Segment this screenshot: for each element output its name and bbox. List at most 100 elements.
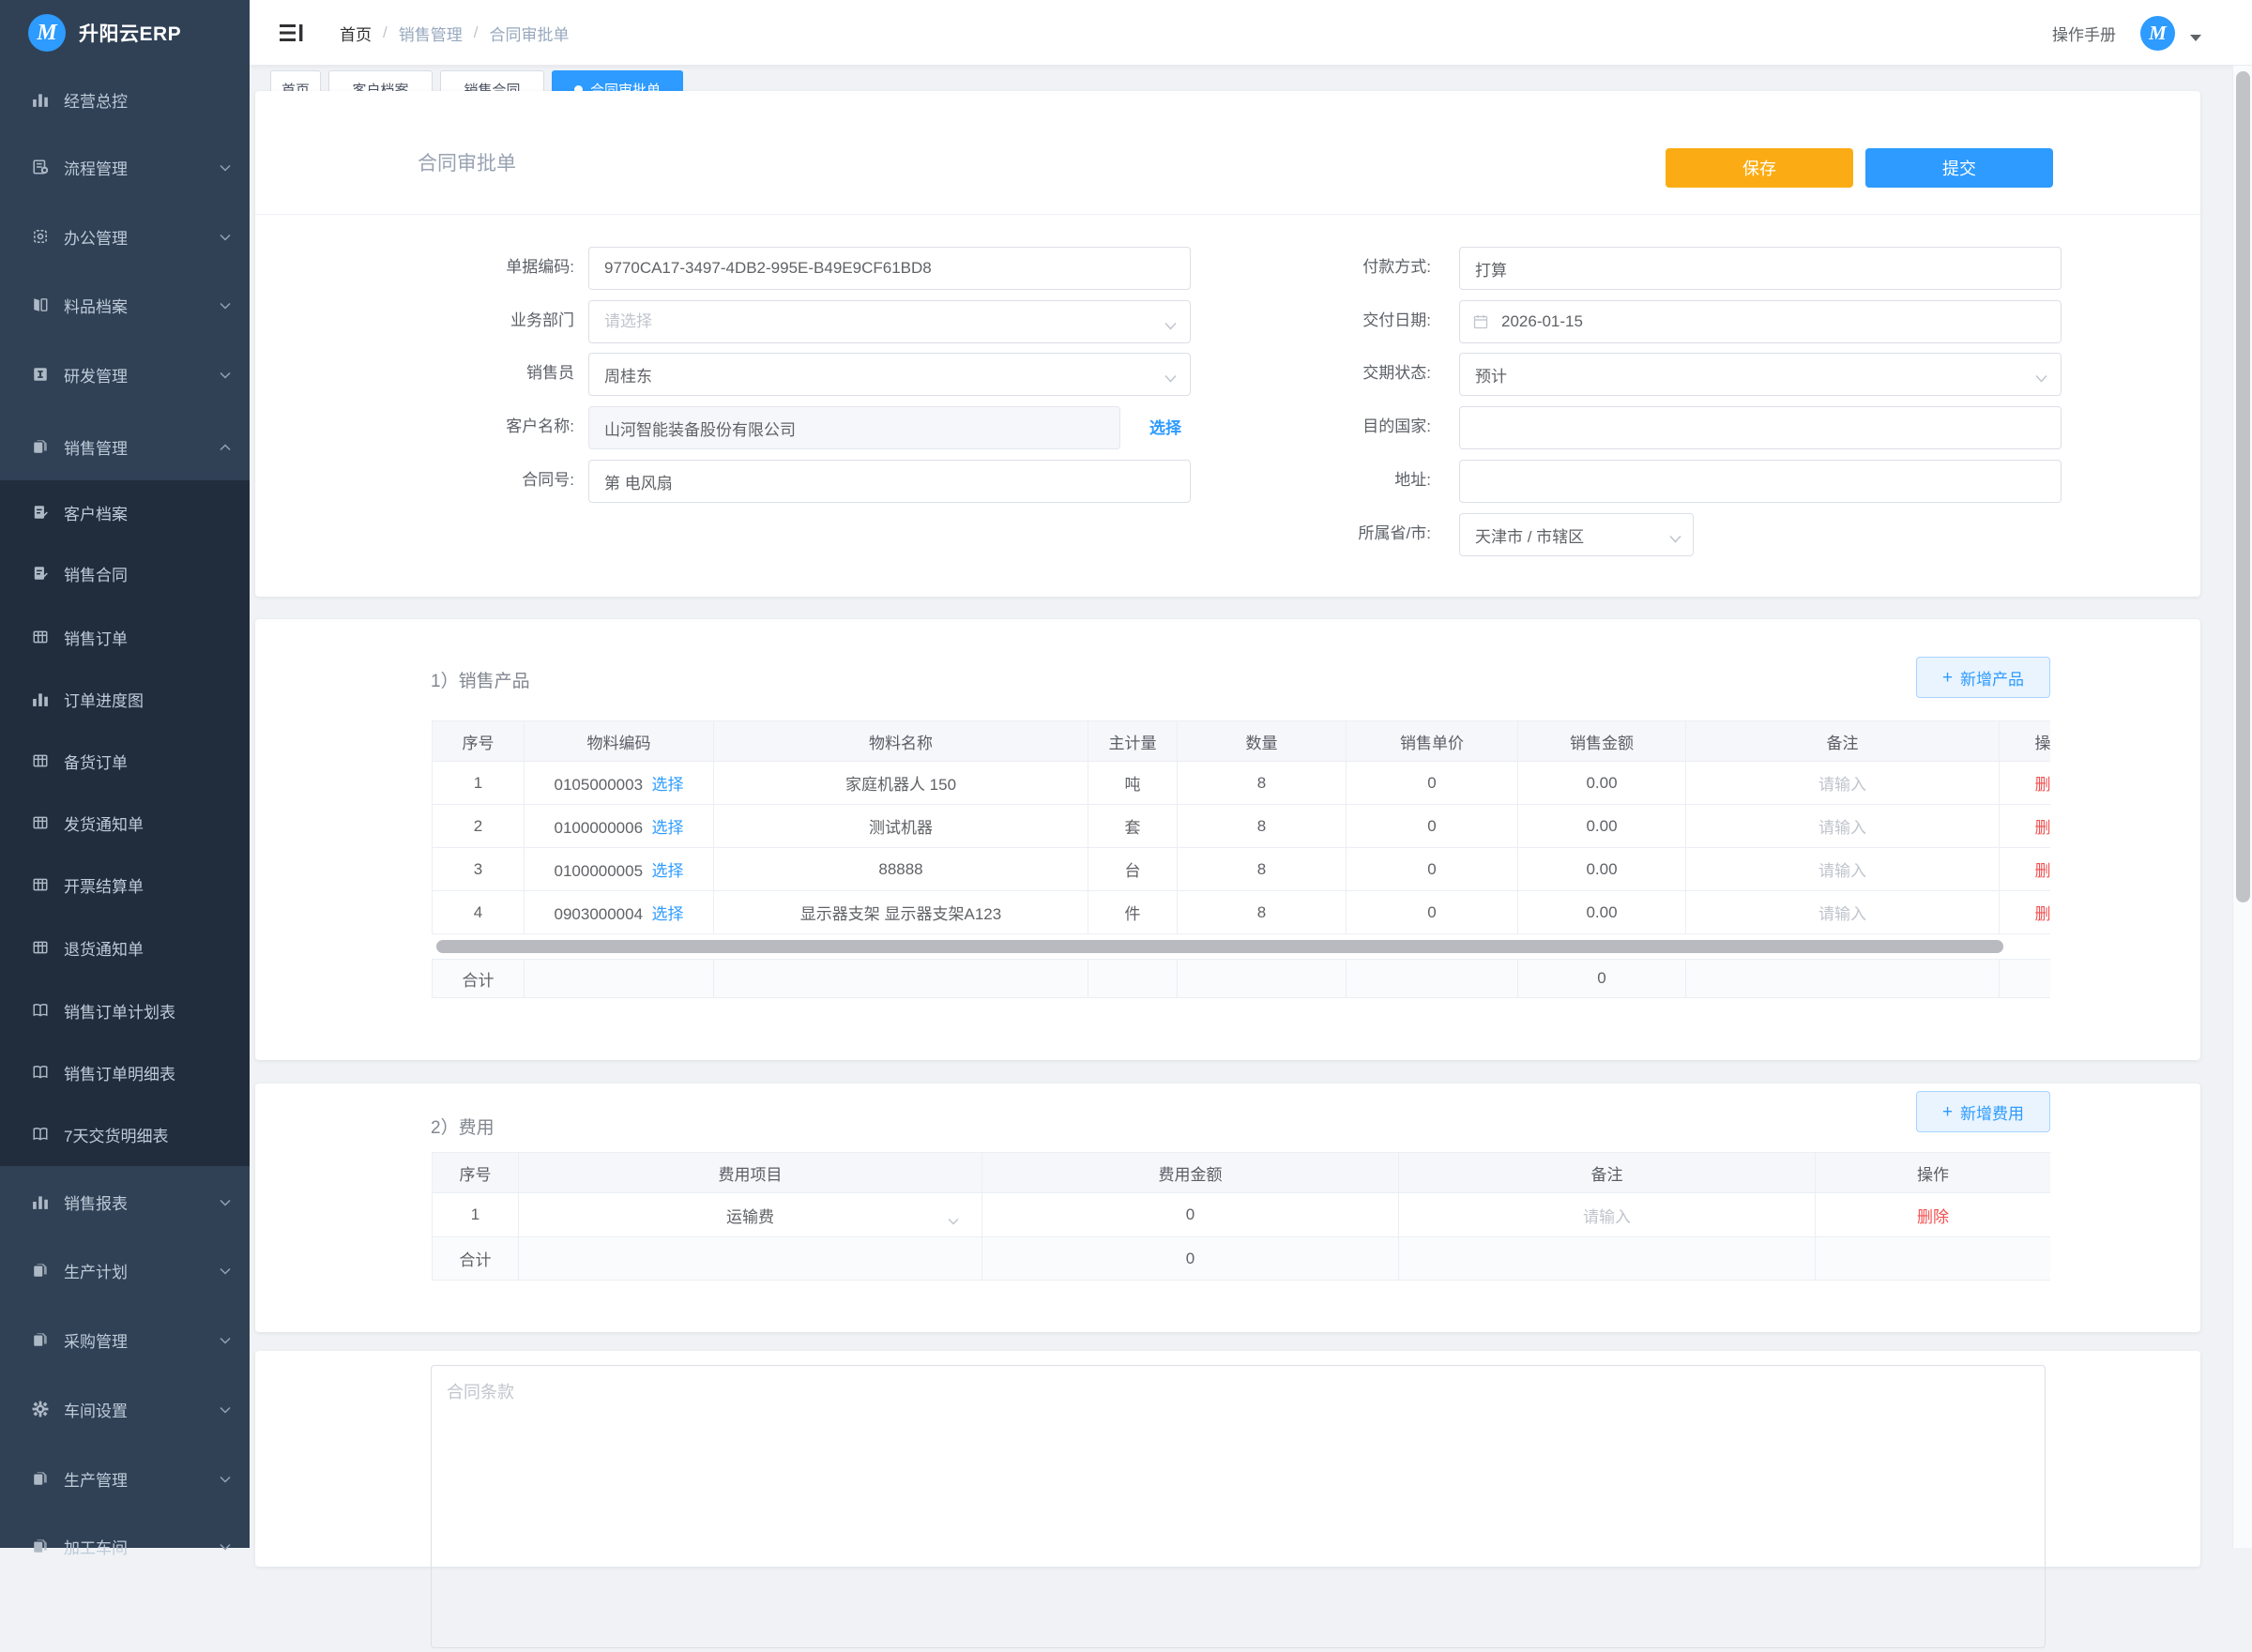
sidebar-item-label: 7天交货明细表 (64, 1123, 168, 1146)
breadcrumb-sales-mgmt[interactable]: 销售管理 (399, 22, 463, 45)
select-material-link[interactable]: 选择 (652, 905, 684, 923)
cell-fee-amount[interactable]: 0 (982, 1193, 1399, 1237)
manual-link[interactable]: 操作手册 (2052, 22, 2116, 45)
col-remark: 备注 (1399, 1153, 1816, 1193)
cell-remark[interactable]: 请输入 (1399, 1193, 1816, 1237)
sidebar-item-sales-mgmt[interactable]: 销售管理 (0, 417, 250, 476)
customer-input[interactable] (589, 407, 1119, 448)
customer-select-link[interactable]: 选择 (1149, 415, 1181, 438)
sidebar-item-stock-prep-order[interactable]: 备货订单 (0, 735, 250, 787)
sidebar-item-office-mgmt[interactable]: 办公管理 (0, 210, 250, 263)
tab-sales-contract[interactable]: 销售合同 (440, 70, 544, 92)
sidebar-item-order-progress[interactable]: 订单进度图 (0, 673, 250, 725)
sidebar-item-customer-archives[interactable]: 客户档案 (0, 486, 250, 538)
sidebar-item-sales-contract[interactable]: 销售合同 (0, 547, 250, 599)
delete-row-link[interactable]: 删除 (1917, 1208, 1949, 1226)
province-select[interactable] (1460, 514, 1693, 555)
sidebar-item-business-overview[interactable]: 经营总控 (0, 73, 250, 126)
sidebar-item-purchase-mgmt[interactable]: 采购管理 (0, 1313, 250, 1366)
customer-field (588, 406, 1120, 449)
collapse-sidebar-icon[interactable] (280, 23, 306, 43)
sidebar-item-production-mgmt[interactable]: 生产管理 (0, 1452, 250, 1505)
cell-fee-item[interactable]: 运输费 (519, 1193, 982, 1237)
cell-remark[interactable]: 请输入 (1686, 762, 2000, 805)
user-menu-caret-icon[interactable] (2190, 35, 2201, 41)
cell-code: 0100000005 选择 (525, 848, 714, 891)
contract-no-input[interactable] (589, 461, 1190, 502)
breadcrumb-home[interactable]: 首页 (340, 22, 372, 45)
cell-qty[interactable]: 8 (1178, 848, 1347, 891)
avatar[interactable]: M (2140, 16, 2175, 51)
sidebar-item-label: 生产管理 (64, 1467, 128, 1491)
cell-price[interactable]: 0 (1347, 805, 1518, 848)
col-material-code: 物料编码 (525, 721, 714, 762)
horizontal-scrollbar-thumb[interactable] (436, 940, 2003, 953)
address-input[interactable] (1460, 461, 2061, 502)
cell-price[interactable]: 0 (1347, 762, 1518, 805)
sidebar-item-label: 料品档案 (64, 294, 128, 317)
dest-country-input[interactable] (1460, 407, 2061, 448)
sidebar-item-process-mgmt[interactable]: 流程管理 (0, 141, 250, 193)
sidebar-item-production-plan[interactable]: 生产计划 (0, 1244, 250, 1296)
divider (255, 214, 2200, 215)
delete-row-link[interactable]: 删除 (2035, 776, 2051, 794)
tab-home[interactable]: 首页 (270, 70, 321, 92)
cell-remark[interactable]: 请输入 (1686, 891, 2000, 934)
sidebar-item-sales-order[interactable]: 销售订单 (0, 611, 250, 663)
vertical-scrollbar-thumb[interactable] (2236, 71, 2250, 902)
salesman-select[interactable] (589, 354, 1190, 395)
cell-remark[interactable]: 请输入 (1686, 805, 2000, 848)
sidebar-item-label: 销售订单明细表 (64, 1061, 175, 1084)
chevron-down-icon (220, 1192, 231, 1211)
sidebar-item-seven-day-delivery[interactable]: 7天交货明细表 (0, 1108, 250, 1160)
cell-qty[interactable]: 8 (1178, 891, 1347, 934)
department-select[interactable] (589, 301, 1190, 342)
cell-remark[interactable]: 请输入 (1686, 848, 2000, 891)
sidebar-item-sales-report[interactable]: 销售报表 (0, 1175, 250, 1228)
sidebar-item-workshop-settings[interactable]: 车间设置 (0, 1383, 250, 1435)
add-product-button[interactable]: + 新增产品 (1916, 657, 2050, 698)
tab-customer-archives[interactable]: 客户档案 (328, 70, 433, 92)
sidebar-item-sales-order-plan[interactable]: 销售订单计划表 (0, 984, 250, 1037)
delivery-date-input[interactable] (1460, 301, 2061, 342)
total-label: 合计 (433, 960, 525, 998)
app-logo-icon: M (28, 14, 66, 52)
sidebar-item-rnd-mgmt[interactable]: 研发管理 (0, 348, 250, 401)
cell-qty[interactable]: 8 (1178, 805, 1347, 848)
sidebar-item-return-notice[interactable]: 退货通知单 (0, 921, 250, 974)
save-button[interactable]: 保存 (1666, 148, 1853, 188)
address-field (1459, 460, 2062, 503)
add-fee-button[interactable]: + 新增费用 (1916, 1091, 2050, 1132)
tab-contract-approval[interactable]: 合同审批单 (552, 70, 683, 92)
add-fee-label: 新增费用 (1960, 1100, 2024, 1124)
doc-code-input[interactable] (589, 248, 1190, 289)
cell-price[interactable]: 0 (1347, 891, 1518, 934)
delete-row-link[interactable]: 删除 (2035, 862, 2051, 880)
delete-row-link[interactable]: 删除 (2035, 905, 2051, 923)
select-material-link[interactable]: 选择 (652, 819, 684, 837)
sidebar-item-invoicing-settlement[interactable]: 开票结算单 (0, 858, 250, 911)
contract-terms-textarea[interactable] (432, 1366, 2045, 1647)
cell-price[interactable]: 0 (1347, 848, 1518, 891)
sidebar-item-shipping-notice[interactable]: 发货通知单 (0, 796, 250, 849)
chevron-down-icon (220, 1261, 231, 1280)
sidebar-item-material-archives[interactable]: 料品档案 (0, 279, 250, 331)
delivery-status-select[interactable] (1460, 354, 2061, 395)
delete-row-link[interactable]: 删除 (2035, 819, 2051, 837)
total-amount: 0 (982, 1237, 1399, 1281)
cell-name: 家庭机器人 150 (714, 762, 1088, 805)
col-amount: 销售金额 (1518, 721, 1686, 762)
cell-qty[interactable]: 8 (1178, 762, 1347, 805)
sales-products-card: 1）销售产品 + 新增产品 序号 物料编码 物料名称 主计量 数量 销售单价 销… (255, 619, 2200, 1060)
department-field (588, 300, 1191, 343)
products-table: 序号 物料编码 物料名称 主计量 数量 销售单价 销售金额 备注 操作 1 01… (432, 720, 2050, 934)
submit-button[interactable]: 提交 (1865, 148, 2053, 188)
cell-name: 88888 (714, 848, 1088, 891)
tab-label: 合同审批单 (590, 80, 661, 93)
select-material-link[interactable]: 选择 (652, 776, 684, 794)
sidebar-item-sales-order-detail[interactable]: 销售订单明细表 (0, 1046, 250, 1099)
payment-input[interactable] (1460, 248, 2061, 289)
select-material-link[interactable]: 选择 (652, 862, 684, 880)
col-unit-price: 销售单价 (1347, 721, 1518, 762)
sidebar-item-processing-workshop[interactable]: 加工车间 (0, 1520, 250, 1572)
